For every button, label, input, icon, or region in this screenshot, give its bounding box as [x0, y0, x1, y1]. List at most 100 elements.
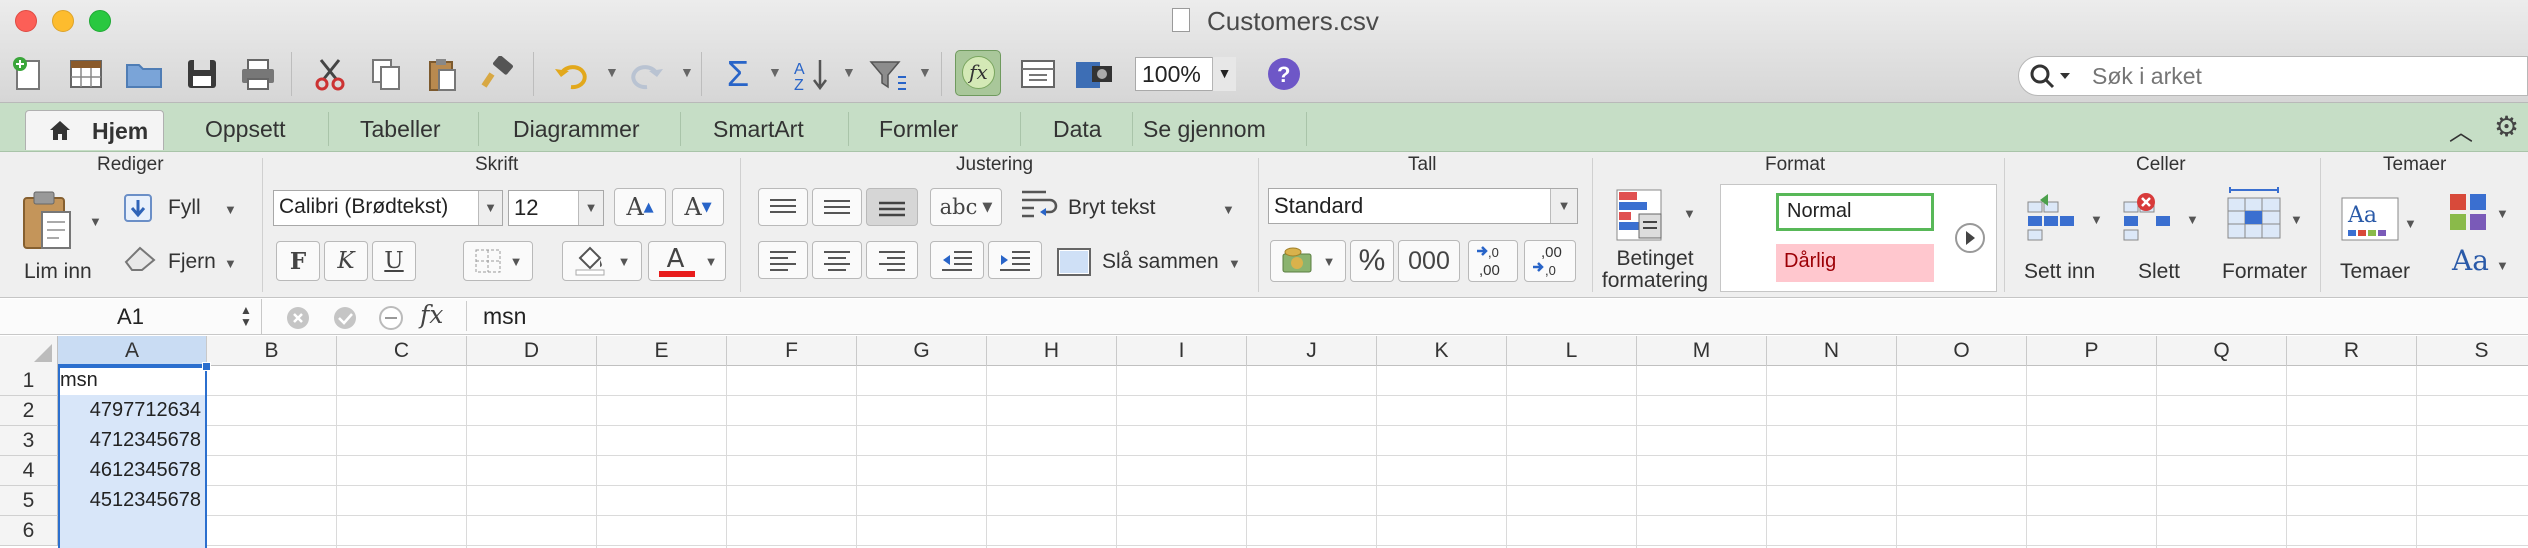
- style-bad[interactable]: Dårlig: [1776, 244, 1934, 282]
- orientation-button[interactable]: abc ▼: [930, 188, 1002, 226]
- theme-colors-dropdown-icon[interactable]: ▼: [2496, 206, 2509, 221]
- font-color-button[interactable]: A ▼: [648, 241, 726, 281]
- tab-review[interactable]: Se gjennom: [1143, 110, 1266, 150]
- collapse-ribbon-icon[interactable]: ︿: [2449, 112, 2473, 147]
- undo-icon[interactable]: [550, 52, 594, 96]
- help-icon[interactable]: ?: [1262, 52, 1306, 96]
- column-header-n[interactable]: N: [1767, 336, 1897, 366]
- new-workbook-icon[interactable]: [6, 52, 50, 96]
- decrease-indent-button[interactable]: [930, 241, 984, 279]
- number-format-dropdown-icon[interactable]: ▼: [1550, 189, 1577, 223]
- row-header-5[interactable]: 5: [0, 486, 58, 516]
- align-right-button[interactable]: [866, 241, 918, 279]
- column-header-d[interactable]: D: [467, 336, 597, 366]
- bold-button[interactable]: F: [276, 241, 320, 281]
- align-center-button[interactable]: [812, 241, 862, 279]
- fill-color-button[interactable]: ▼: [562, 241, 642, 281]
- media-browser-icon[interactable]: [1072, 52, 1116, 96]
- paste-large-icon[interactable]: [20, 190, 76, 257]
- format-label[interactable]: Formater: [2222, 260, 2307, 284]
- font-name-field[interactable]: Calibri (Brødtekst): [273, 190, 503, 226]
- column-header-s[interactable]: S: [2417, 336, 2528, 366]
- conditional-formatting-icon[interactable]: [1615, 188, 1673, 249]
- underline-button[interactable]: U: [372, 241, 416, 281]
- copy-icon[interactable]: [364, 52, 408, 96]
- format-cells-dropdown-icon[interactable]: ▼: [2290, 212, 2303, 227]
- sort-dropdown-icon[interactable]: ▼: [842, 64, 856, 80]
- themes-dropdown-icon[interactable]: ▼: [2404, 216, 2417, 231]
- fill-handle[interactable]: [202, 362, 211, 371]
- row-header-6[interactable]: 6: [0, 516, 58, 546]
- cell-a2[interactable]: 4797712634: [60, 396, 201, 426]
- column-header-b[interactable]: B: [207, 336, 337, 366]
- fill-dropdown-icon[interactable]: ▼: [224, 202, 237, 217]
- merge-label[interactable]: Slå sammen: [1102, 250, 1219, 274]
- row-header-1[interactable]: 1: [0, 366, 58, 396]
- autosum-icon[interactable]: Σ: [716, 52, 760, 96]
- column-header-l[interactable]: L: [1507, 336, 1637, 366]
- row-header-4[interactable]: 4: [0, 456, 58, 486]
- cut-icon[interactable]: [308, 52, 352, 96]
- align-bottom-button[interactable]: [866, 188, 918, 226]
- theme-fonts-dropdown-icon[interactable]: ▼: [2496, 258, 2509, 273]
- tab-data[interactable]: Data: [1053, 110, 1102, 150]
- row-header-2[interactable]: 2: [0, 396, 58, 426]
- row-header-3[interactable]: 3: [0, 426, 58, 456]
- align-middle-button[interactable]: [812, 188, 862, 226]
- sort-icon[interactable]: AZ: [790, 52, 834, 96]
- column-header-o[interactable]: O: [1897, 336, 2027, 366]
- zoom-dropdown-icon[interactable]: ▼: [1212, 57, 1236, 91]
- format-cells-icon[interactable]: [2222, 186, 2286, 249]
- save-icon[interactable]: [180, 52, 224, 96]
- thousands-separator-button[interactable]: 000: [1398, 240, 1460, 282]
- wrap-text-dropdown-icon[interactable]: ▼: [1222, 202, 1235, 217]
- font-size-dropdown-icon[interactable]: ▼: [578, 191, 603, 225]
- decrease-decimal-button[interactable]: ,00,0: [1524, 240, 1576, 282]
- tab-smartart[interactable]: SmartArt: [713, 110, 804, 150]
- tab-home[interactable]: Hjem: [25, 110, 164, 150]
- fill-label[interactable]: Fyll: [168, 196, 201, 220]
- name-box-stepper-icon[interactable]: ▲ ▼: [240, 304, 252, 328]
- tab-charts[interactable]: Diagrammer: [513, 110, 640, 150]
- font-name-dropdown-icon[interactable]: ▼: [478, 191, 502, 225]
- ribbon-settings-gear-icon[interactable]: ⚙: [2494, 110, 2519, 143]
- merge-cells-icon[interactable]: [1056, 246, 1094, 283]
- insert-function-button[interactable]: fx: [420, 300, 443, 329]
- minimize-window-button[interactable]: [52, 10, 74, 32]
- grow-font-button[interactable]: A ▲: [614, 188, 666, 226]
- themes-label[interactable]: Temaer: [2340, 260, 2410, 284]
- column-header-i[interactable]: I: [1117, 336, 1247, 366]
- gallery-icon[interactable]: [1016, 52, 1060, 96]
- autosum-dropdown-icon[interactable]: ▼: [768, 64, 782, 80]
- format-painter-icon[interactable]: [476, 52, 520, 96]
- filter-dropdown-icon[interactable]: ▼: [918, 64, 932, 80]
- column-header-c[interactable]: C: [337, 336, 467, 366]
- formula-builder-button[interactable]: fx: [955, 50, 1001, 96]
- percent-button[interactable]: %: [1350, 240, 1394, 282]
- insert-label[interactable]: Sett inn: [2024, 260, 2095, 284]
- clear-dropdown-icon[interactable]: ▼: [224, 256, 237, 271]
- cell-a4[interactable]: 4612345678: [60, 456, 201, 486]
- formula-builder-toggle-icon[interactable]: [378, 305, 404, 336]
- italic-button[interactable]: K: [324, 241, 368, 281]
- style-normal[interactable]: Normal: [1776, 193, 1934, 231]
- conditional-formatting-label[interactable]: Betinget formatering: [1600, 248, 1710, 292]
- column-header-a[interactable]: A: [58, 336, 207, 366]
- insert-cells-icon[interactable]: [2026, 188, 2082, 249]
- select-all-button[interactable]: [0, 336, 58, 366]
- delete-cells-icon[interactable]: [2122, 188, 2178, 249]
- column-header-j[interactable]: J: [1247, 336, 1377, 366]
- column-header-r[interactable]: R: [2287, 336, 2417, 366]
- styles-gallery-next-icon[interactable]: [1954, 222, 1986, 259]
- currency-button[interactable]: ▼: [1270, 240, 1346, 282]
- search-icon[interactable]: [2028, 62, 2080, 97]
- number-format-field[interactable]: Standard: [1268, 188, 1578, 224]
- tab-tables[interactable]: Tabeller: [360, 110, 441, 150]
- increase-decimal-button[interactable]: ,0,00: [1468, 240, 1518, 282]
- paste-button-label[interactable]: Lim inn: [24, 260, 92, 284]
- theme-colors-icon[interactable]: [2446, 190, 2492, 239]
- wrap-text-icon[interactable]: [1018, 186, 1060, 229]
- merge-dropdown-icon[interactable]: ▼: [1228, 256, 1241, 271]
- search-input[interactable]: [2090, 62, 2510, 90]
- delete-label[interactable]: Slett: [2138, 260, 2180, 284]
